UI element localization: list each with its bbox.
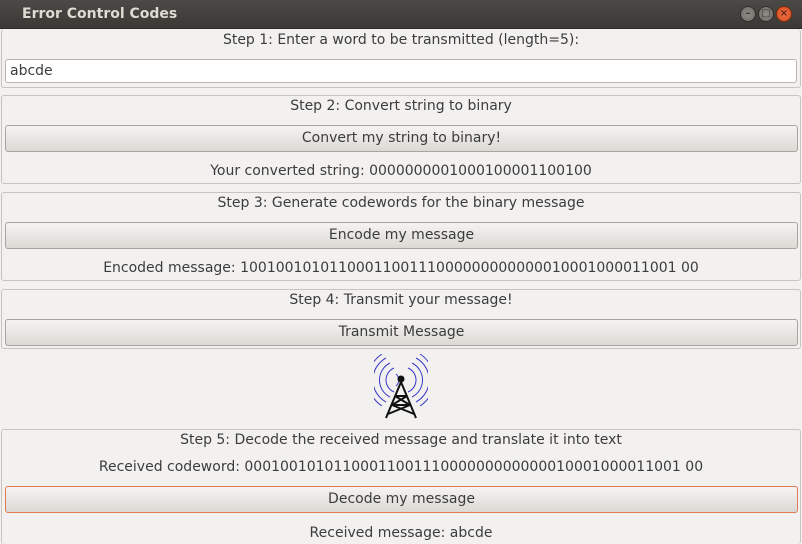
encode-message-button[interactable]: Encode my message bbox=[5, 222, 798, 249]
converted-string-text: Your converted string: 00000000010001000… bbox=[210, 163, 592, 179]
maximize-button[interactable]: □ bbox=[758, 6, 774, 22]
radio-tower-icon bbox=[374, 354, 428, 419]
close-button[interactable]: × bbox=[776, 6, 792, 22]
minimize-icon: – bbox=[745, 8, 751, 19]
minimize-button[interactable]: – bbox=[740, 6, 756, 22]
title-bar[interactable]: Error Control Codes – □ × bbox=[0, 0, 802, 29]
close-icon: × bbox=[779, 8, 789, 19]
step3-section: Step 3: Generate codewords for the binar… bbox=[1, 192, 801, 281]
window-title: Error Control Codes bbox=[22, 6, 178, 22]
encoded-message-text: Encoded message: 10010010101100011001110… bbox=[103, 260, 699, 276]
received-message-text: Received message: abcde bbox=[309, 525, 493, 541]
received-codeword-text: Received codeword: 000100101011000110011… bbox=[98, 459, 704, 475]
step2-label: Step 2: Convert string to binary bbox=[290, 98, 512, 114]
step5-label: Step 5: Decode the received message and … bbox=[180, 432, 622, 448]
step4-label: Step 4: Transmit your message! bbox=[289, 292, 513, 308]
step5-section: Step 5: Decode the received message and … bbox=[1, 429, 801, 544]
step4-section: Step 4: Transmit your message! Transmit … bbox=[1, 289, 801, 349]
decode-message-button[interactable]: Decode my message bbox=[5, 486, 798, 513]
word-input[interactable] bbox=[5, 59, 797, 83]
step3-label: Step 3: Generate codewords for the binar… bbox=[217, 195, 585, 211]
transmit-message-button[interactable]: Transmit Message bbox=[5, 319, 798, 346]
step2-section: Step 2: Convert string to binary Convert… bbox=[1, 95, 801, 184]
convert-binary-button[interactable]: Convert my string to binary! bbox=[5, 125, 798, 152]
maximize-icon: □ bbox=[761, 8, 771, 19]
step1-section: Step 1: Enter a word to be transmitted (… bbox=[1, 29, 801, 88]
step1-label: Step 1: Enter a word to be transmitted (… bbox=[222, 32, 580, 48]
